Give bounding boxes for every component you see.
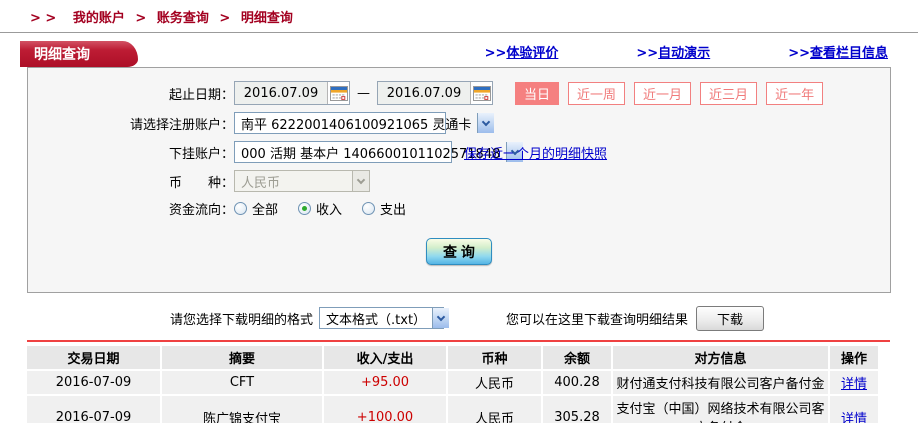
- cell-balance: 400.28: [543, 371, 613, 394]
- date-range-row: 起止日期： 2016.07.09 — 2016.07.09 当日 近一周 近一月…: [28, 81, 890, 105]
- quick-button-last-year[interactable]: 近一年: [766, 81, 824, 105]
- registered-account-select[interactable]: 南平 6222001406100921065 灵通卡: [234, 112, 495, 134]
- currency-select: 人民币: [234, 170, 370, 192]
- sub-account-row: 下挂账户： 000 活期 基本户 1406600101102571848 保存近…: [28, 141, 890, 163]
- quick-button-last-month[interactable]: 近一月: [634, 81, 692, 105]
- query-form-panel: 起止日期： 2016.07.09 — 2016.07.09 当日 近一周 近一月…: [27, 67, 891, 293]
- calendar-icon[interactable]: [470, 82, 492, 104]
- col-header-currency: 币种: [448, 346, 543, 369]
- save-snapshot-link[interactable]: 保存近一个月的明细快照: [464, 143, 607, 162]
- breadcrumb-item-account-query[interactable]: 账务查询: [157, 11, 209, 26]
- table-header-row: 交易日期 摘要 收入/支出 币种 余额 对方信息 操作: [27, 346, 880, 369]
- cell-amount: +95.00: [324, 371, 448, 394]
- cell-currency: 人民币: [448, 371, 543, 394]
- query-button-row: 查 询: [28, 238, 890, 265]
- download-row: 请您选择下载明细的格式 文本格式（.txt） 您可以在这里下载查询明细结果 下载: [170, 305, 918, 331]
- date-to-input[interactable]: 2016.07.09: [377, 81, 493, 105]
- currency-row: 币 种： 人民币: [28, 170, 890, 192]
- link-experience-rating[interactable]: >>体验评价: [485, 42, 559, 61]
- breadcrumb-item-my-account[interactable]: 我的账户: [73, 11, 125, 26]
- breadcrumb-item-detail-query[interactable]: 明细查询: [241, 11, 293, 26]
- fund-flow-options: 全部 收入 支出: [234, 199, 406, 218]
- col-header-counterparty: 对方信息: [613, 346, 830, 369]
- date-range-label: 起止日期：: [168, 87, 234, 103]
- link-auto-demo[interactable]: >>自动演示: [636, 42, 710, 61]
- calendar-icon[interactable]: [327, 82, 349, 104]
- header-links: >>体验评价 >>自动演示 >>查看栏目信息: [485, 42, 918, 67]
- table-row: 2016-07-09 陈广锦支付宝 +100.00 人民币 305.28 支付宝…: [27, 396, 880, 423]
- cell-balance: 305.28: [543, 396, 613, 423]
- table-row: 2016-07-09 CFT +95.00 人民币 400.28 财付通支付科技…: [27, 371, 880, 394]
- date-from-input[interactable]: 2016.07.09: [234, 81, 350, 105]
- quick-button-today[interactable]: 当日: [515, 81, 560, 105]
- download-format-select[interactable]: 文本格式（.txt）: [319, 307, 450, 329]
- fund-flow-label: 资金流向：: [168, 203, 234, 218]
- page-title: 明细查询: [34, 47, 90, 63]
- breadcrumb-separator: >: [135, 11, 147, 26]
- radio-icon[interactable]: [362, 202, 376, 215]
- radio-icon[interactable]: [234, 202, 247, 215]
- breadcrumb-prefix: > >: [30, 11, 57, 26]
- radio-checked-icon[interactable]: [298, 202, 312, 215]
- col-header-balance: 余额: [543, 346, 613, 369]
- fund-flow-row: 资金流向： 全部 收入 支出: [28, 199, 890, 218]
- cell-summary: 陈广锦支付宝: [162, 396, 324, 423]
- sub-account-select[interactable]: 000 活期 基本户 1406600101102571848: [234, 141, 524, 163]
- col-header-date: 交易日期: [27, 346, 162, 369]
- col-header-amount: 收入/支出: [324, 346, 448, 369]
- cell-summary: CFT: [162, 371, 324, 394]
- result-table: 交易日期 摘要 收入/支出 币种 余额 对方信息 操作 2016-07-09 C…: [27, 344, 880, 423]
- currency-label: 币 种：: [168, 175, 234, 191]
- breadcrumb: > > 我的账户 > 账务查询 > 明细查询: [0, 0, 918, 33]
- cell-counterparty: 财付通支付科技有限公司客户备付金: [613, 371, 830, 394]
- detail-link[interactable]: 详情: [841, 377, 867, 392]
- cell-counterparty: 支付宝（中国）网络技术有限公司客户备付金: [613, 396, 830, 423]
- flow-option-expense[interactable]: 支出: [362, 199, 406, 218]
- chevron-down-icon[interactable]: [432, 308, 450, 328]
- registered-account-row: 请选择注册账户： 南平 6222001406100921065 灵通卡: [28, 112, 890, 134]
- tab-bar: 明细查询 >>体验评价 >>自动演示 >>查看栏目信息: [0, 40, 918, 67]
- breadcrumb-separator: >: [219, 11, 231, 26]
- query-button[interactable]: 查 询: [426, 238, 492, 265]
- cell-date: 2016-07-09: [27, 396, 162, 423]
- date-separator: —: [357, 85, 370, 101]
- link-view-column-info[interactable]: >>查看栏目信息: [788, 42, 888, 61]
- flow-option-all[interactable]: 全部: [234, 199, 278, 218]
- flow-option-income[interactable]: 收入: [298, 199, 342, 218]
- col-header-action: 操作: [830, 346, 880, 369]
- cell-amount: +100.00: [324, 396, 448, 423]
- cell-date: 2016-07-09: [27, 371, 162, 394]
- quick-range-buttons: 当日 近一周 近一月 近三月 近一年: [515, 81, 824, 105]
- download-button[interactable]: 下载: [696, 305, 765, 331]
- registered-account-label: 请选择注册账户：: [129, 117, 234, 133]
- chevron-down-icon: [352, 171, 369, 191]
- cell-currency: 人民币: [448, 396, 543, 423]
- tab-detail-query: 明细查询: [20, 41, 138, 67]
- sub-account-label: 下挂账户：: [168, 146, 234, 162]
- download-format-label: 请您选择下载明细的格式: [170, 312, 314, 328]
- quick-button-last-week[interactable]: 近一周: [568, 81, 626, 105]
- download-hint: 您可以在这里下载查询明细结果: [506, 312, 689, 328]
- col-header-summary: 摘要: [162, 346, 324, 369]
- detail-link[interactable]: 详情: [841, 412, 867, 423]
- chevron-down-icon[interactable]: [477, 113, 495, 133]
- quick-button-last-3-months[interactable]: 近三月: [700, 81, 758, 105]
- result-table-section: 交易日期 摘要 收入/支出 币种 余额 对方信息 操作 2016-07-09 C…: [27, 340, 890, 423]
